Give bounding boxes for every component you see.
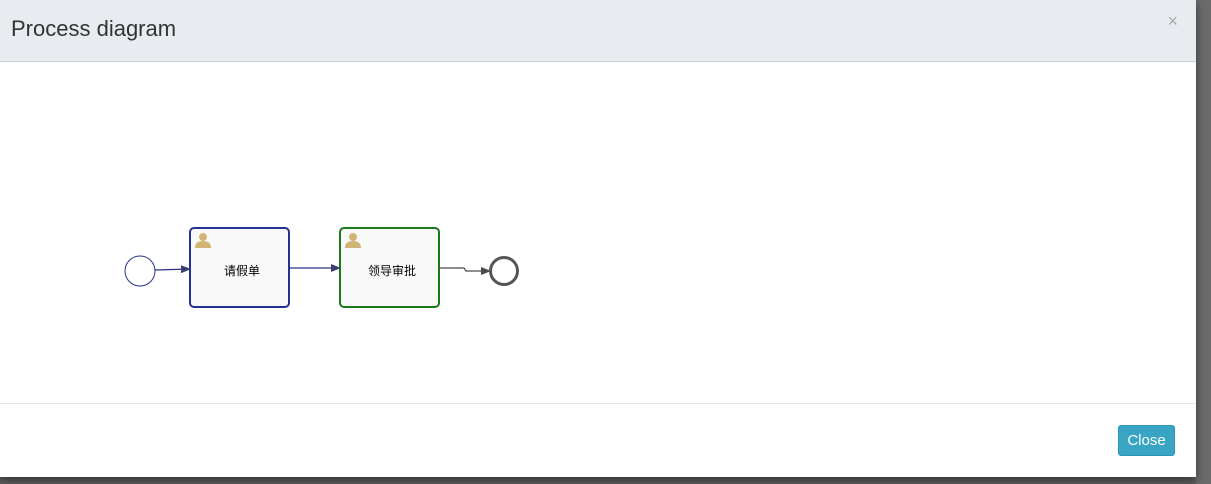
task-label: 领导审批 — [368, 263, 416, 278]
dialog-body: 请假单 领导审批 — [0, 63, 1196, 403]
sequence-flow-approval-to-end — [439, 267, 491, 275]
close-icon[interactable]: × — [1167, 10, 1178, 32]
end-event[interactable] — [489, 256, 519, 286]
modal-backdrop — [1196, 0, 1211, 484]
task-leave-form[interactable]: 请假单 — [189, 227, 290, 308]
task-leader-approval[interactable]: 领导审批 — [339, 227, 440, 308]
close-button[interactable]: Close — [1118, 425, 1175, 456]
dialog-title: Process diagram — [11, 16, 177, 41]
process-diagram-dialog: Process diagram × 请假单 领导审批 Close — [0, 0, 1196, 477]
task-label: 请假单 — [224, 264, 260, 278]
start-event[interactable] — [124, 255, 156, 287]
bpmn-diagram: 请假单 领导审批 — [124, 227, 519, 308]
dialog-footer: Close — [0, 403, 1196, 477]
dialog-header: Process diagram × — [0, 0, 1196, 62]
sequence-flow-start-to-leave-form — [154, 265, 191, 274]
